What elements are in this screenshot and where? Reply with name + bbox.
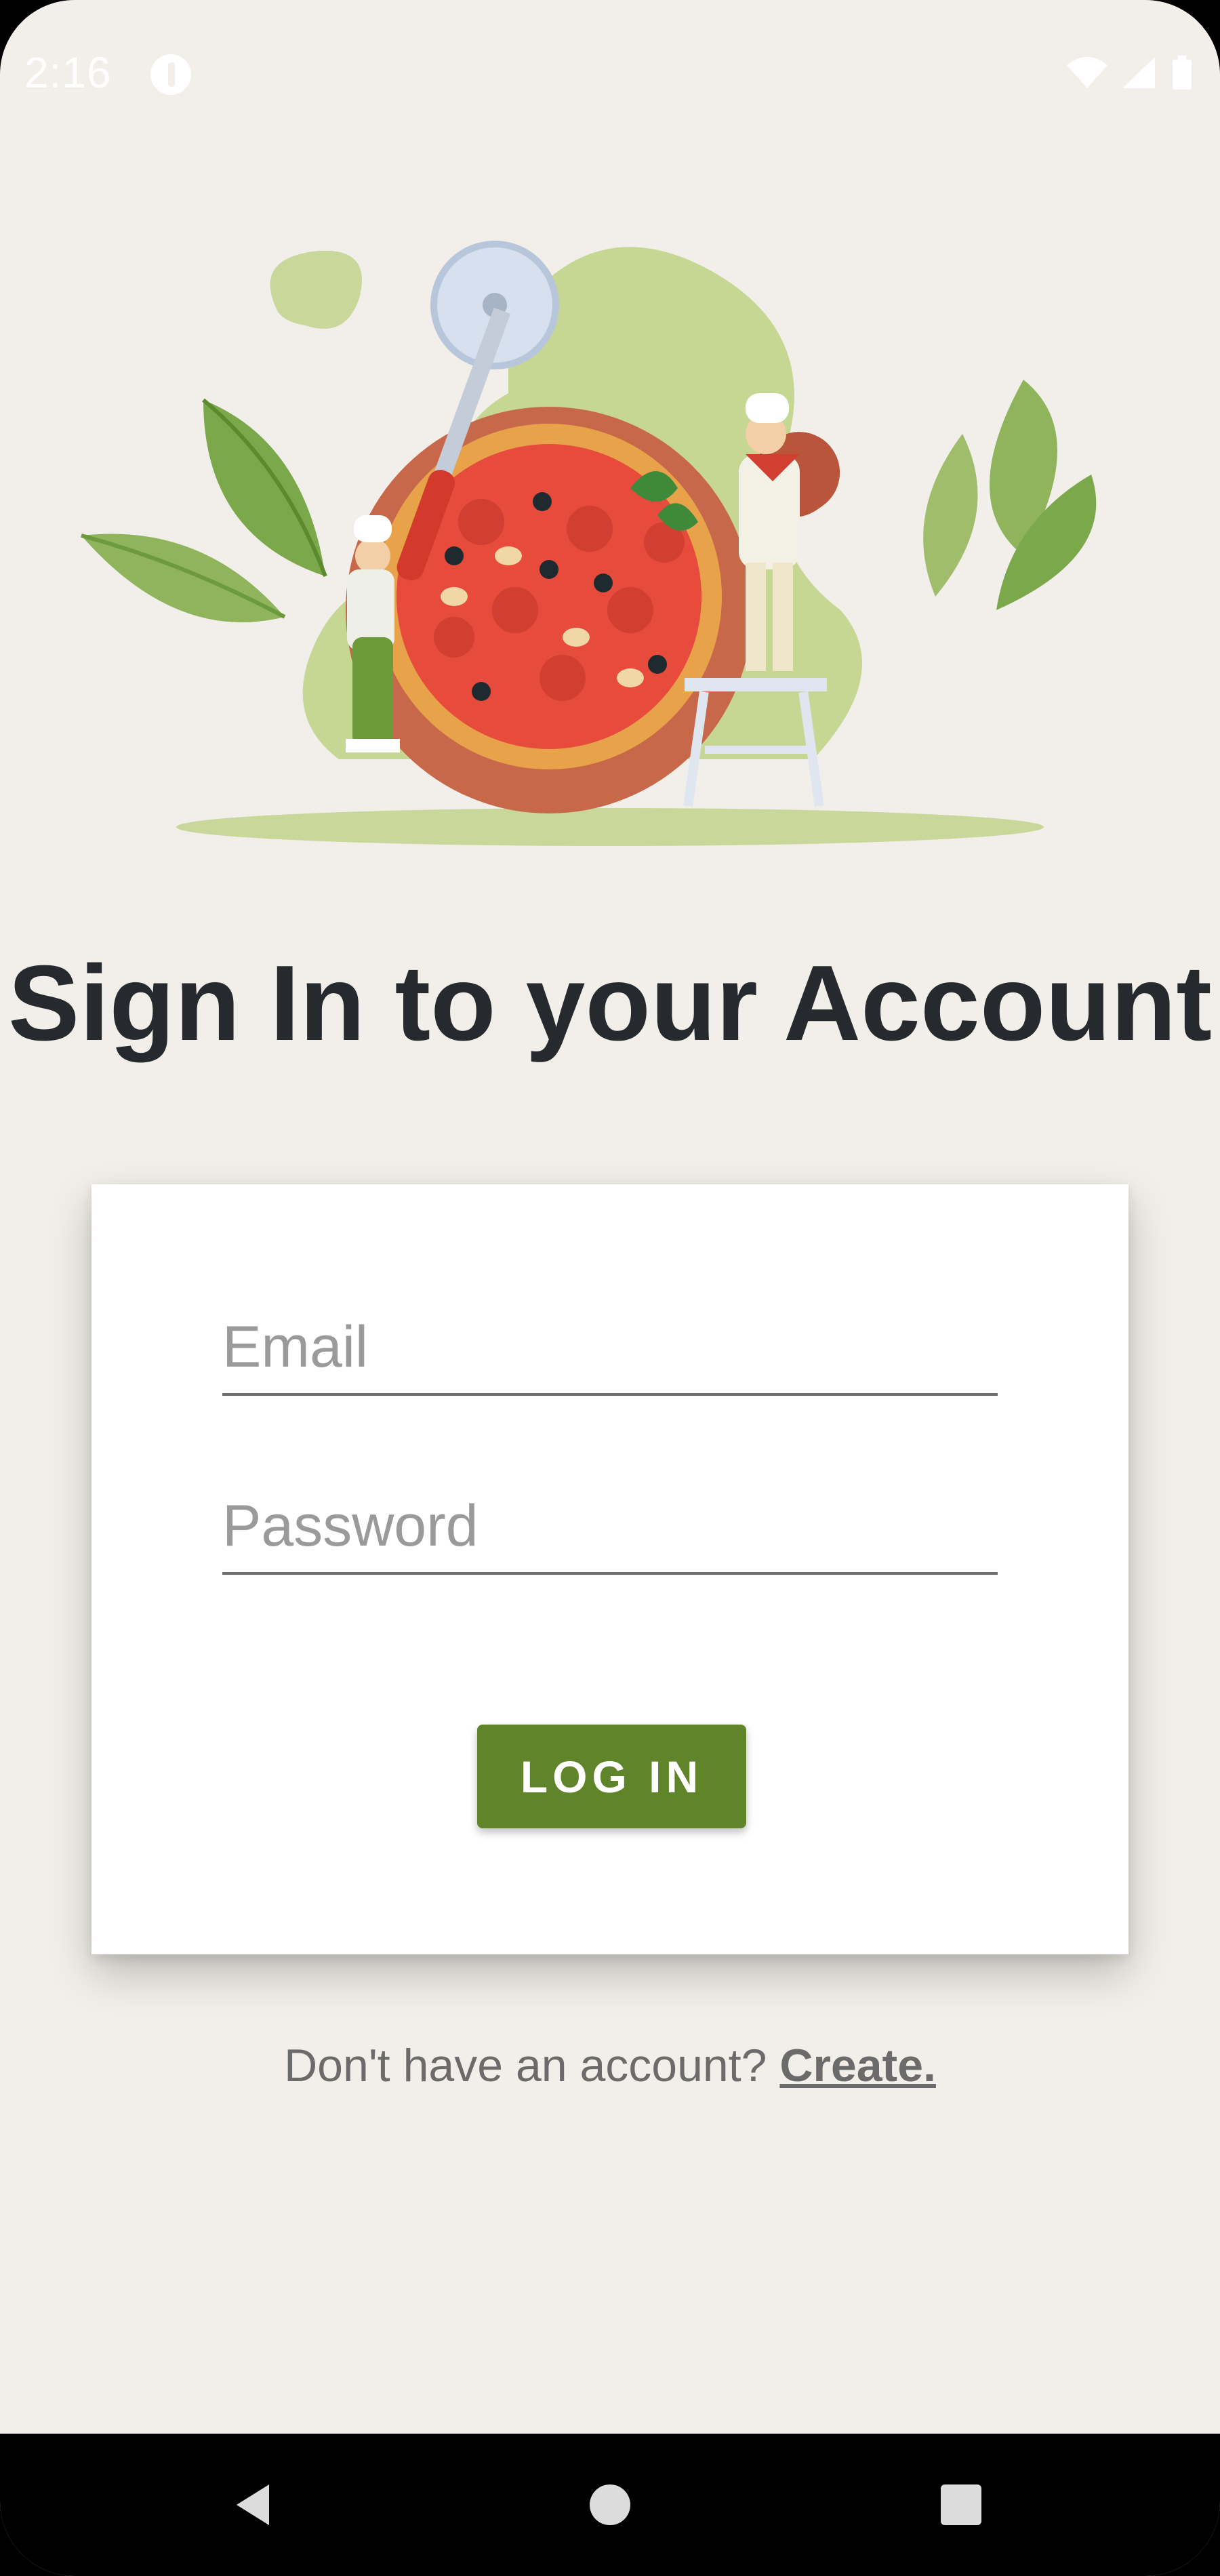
create-account-link[interactable]: Create. [779, 2040, 936, 2091]
password-field[interactable] [222, 1491, 998, 1575]
email-field[interactable] [222, 1312, 998, 1396]
email-input[interactable] [222, 1314, 998, 1381]
back-button[interactable] [186, 2434, 322, 2576]
system-nav-bar [0, 2434, 1220, 2576]
back-icon [237, 2484, 269, 2525]
login-card: LOG IN [92, 1184, 1128, 1954]
cell-signal-icon [1122, 57, 1155, 88]
home-button[interactable] [542, 2434, 678, 2576]
recents-icon [941, 2484, 981, 2525]
app-screen: 2:16 Sign In to your Account Email LOG I… [0, 0, 1220, 2576]
password-input[interactable] [222, 1493, 998, 1560]
status-icons [1060, 53, 1196, 94]
wifi-icon [1067, 57, 1107, 88]
app-notification-icon [150, 54, 191, 95]
chefs-pizza-illustration-icon [81, 241, 1097, 846]
signup-prompt-text: Don't have an account? [284, 2040, 780, 2091]
page-title: Sign In to your Account [8, 944, 1212, 1063]
login-button[interactable]: LOG IN [477, 1725, 746, 1828]
battery-icon [1173, 56, 1192, 89]
signup-prompt: Don't have an account? Create. [0, 2039, 1220, 2092]
recents-button[interactable] [893, 2434, 1029, 2576]
home-icon [590, 2484, 630, 2525]
status-time: 2:16 [24, 48, 112, 97]
